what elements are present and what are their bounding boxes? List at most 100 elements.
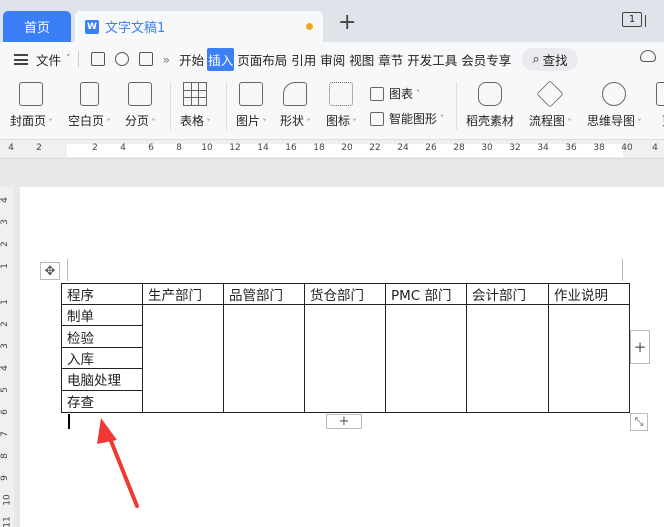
ruler-tick-label: 11 <box>2 516 13 527</box>
chart-icon <box>370 86 384 101</box>
text-cursor <box>68 414 70 429</box>
picture-button[interactable]: 图片 <box>236 82 267 129</box>
cover-page-button[interactable]: 封面页 <box>10 82 53 129</box>
add-row-button[interactable]: + <box>326 414 362 429</box>
step-cell[interactable]: 制单 <box>62 305 142 327</box>
ruler-tick-label: 5 <box>0 387 10 393</box>
steps-cell[interactable]: 制单 检验 入库 电脑处理 存查 <box>61 304 143 413</box>
ribbon-divider <box>170 82 171 130</box>
more-tools-icon[interactable]: » <box>162 50 172 69</box>
menu-divider <box>77 51 79 67</box>
table-cell[interactable]: 作业说明 <box>548 283 630 305</box>
step-cell[interactable]: 入库 <box>62 348 142 370</box>
ruler-tick-label: 30 <box>481 143 493 153</box>
ruler-tick-label: 26 <box>425 143 437 153</box>
picture-icon <box>239 82 264 106</box>
menu-chapter[interactable]: 章节 <box>377 48 404 71</box>
document-title: 文字文稿1 <box>105 21 166 36</box>
icon-button[interactable]: 图标 <box>326 82 357 129</box>
menu-page-layout[interactable]: 页面布局 <box>236 48 288 71</box>
print-icon[interactable] <box>138 52 153 66</box>
ruler-tick-label: 10 <box>2 494 13 506</box>
menu-start[interactable]: 开始 <box>178 48 205 71</box>
format-painter-icon[interactable] <box>114 52 129 66</box>
table-cell[interactable]: PMC 部门 <box>385 283 467 305</box>
menu-insert[interactable]: 插入 <box>207 47 235 71</box>
horizontal-ruler[interactable]: 4 2 2 4 6 8 10 12 14 16 18 20 22 24 26 28 30 32 34 36 38 40 4 <box>0 141 664 159</box>
vertical-ruler[interactable]: 4 3 2 1 1 2 3 4 5 6 7 8 9 10 11 <box>0 187 14 527</box>
table-button[interactable]: 表格 <box>180 82 211 129</box>
table-grid-icon <box>183 82 208 106</box>
more-ribbon-button[interactable]: 更 <box>656 82 664 129</box>
tab-document[interactable]: W 文字文稿1 <box>75 11 323 42</box>
table-cell[interactable] <box>385 304 467 413</box>
unsaved-dot-icon <box>306 23 313 30</box>
ruler-tick-label: 4 <box>0 197 10 203</box>
ruler-tick-label: 28 <box>453 143 465 153</box>
menu-bar: 文件 ˅ » 开始 插入 页面布局 引用 审阅 视图 章节 开发工具 会员专享 … <box>0 42 664 76</box>
menu-member[interactable]: 会员专享 <box>460 48 512 71</box>
more-icon <box>656 82 664 106</box>
ruler-tick-label: 7 <box>0 431 10 437</box>
add-column-button[interactable]: + <box>630 330 650 364</box>
flowchart-button[interactable]: 流程图 <box>529 80 572 129</box>
ruler-tick-label: 2 <box>0 321 10 327</box>
new-tab-button[interactable]: + <box>338 12 356 34</box>
smart-shape-button[interactable]: 智能图形 ˅ <box>370 110 444 127</box>
blank-page-icon <box>79 82 99 106</box>
tab-home[interactable]: 首页 <box>3 11 71 42</box>
save-icon[interactable] <box>90 52 105 66</box>
table-cell[interactable] <box>304 304 386 413</box>
ribbon-divider <box>226 82 227 130</box>
docer-material-button[interactable]: 稻壳素材 <box>466 82 514 129</box>
menu-hamburger-icon[interactable] <box>14 53 28 65</box>
table-cell[interactable] <box>548 304 630 413</box>
menu-reference[interactable]: 引用 <box>290 48 317 71</box>
menu-developer[interactable]: 开发工具 <box>406 48 458 71</box>
table-cell[interactable] <box>466 304 549 413</box>
step-cell[interactable]: 存查 <box>62 391 142 412</box>
table-move-handle[interactable]: ✥ <box>40 262 60 280</box>
menu-view[interactable]: 视图 <box>348 48 375 71</box>
table-row: 制单 检验 入库 电脑处理 存查 <box>61 304 630 413</box>
smart-shape-label: 智能图形 <box>389 112 438 126</box>
ruler-tick-label: 3 <box>0 219 10 225</box>
ruler-tick-label: 8 <box>0 453 10 459</box>
step-cell[interactable]: 电脑处理 <box>62 369 142 391</box>
chevron-down-icon: ˅ <box>440 114 445 123</box>
search-box[interactable]: ⌕ 查找 <box>522 47 578 71</box>
table-resize-handle[interactable]: ⤡ <box>630 413 648 431</box>
red-arrow-annotation <box>97 418 139 508</box>
document-table[interactable]: 程序 生产部门 品管部门 货仓部门 PMC 部门 会计部门 作业说明 制单 检验… <box>61 283 630 413</box>
step-cell[interactable]: 检验 <box>62 326 142 348</box>
ruler-tick-label: 4 <box>120 143 126 153</box>
ruler-tick-label: 9 <box>0 475 10 481</box>
smart-shape-icon <box>370 111 384 126</box>
table-header-row: 程序 生产部门 品管部门 货仓部门 PMC 部门 会计部门 作业说明 <box>61 283 630 305</box>
shape-button[interactable]: 形状 <box>280 82 311 129</box>
table-cell[interactable]: 会计部门 <box>466 283 549 305</box>
ruler-tick-label: 22 <box>369 143 381 153</box>
blank-page-button[interactable]: 空白页 <box>68 82 111 129</box>
table-cell[interactable]: 品管部门 <box>223 283 305 305</box>
page-break-button[interactable]: 分页 <box>125 82 156 129</box>
ruler-tick-label: 24 <box>397 143 409 153</box>
ruler-tick-label: 20 <box>341 143 353 153</box>
table-cell[interactable]: 生产部门 <box>142 283 224 305</box>
menu-review[interactable]: 审阅 <box>319 48 346 71</box>
ruler-tick-label: 1 <box>0 263 10 269</box>
table-cell[interactable] <box>142 304 224 413</box>
chart-button[interactable]: 图表 ˅ <box>370 85 420 102</box>
table-cell[interactable] <box>223 304 305 413</box>
mindmap-button[interactable]: 思维导图 <box>587 82 642 129</box>
cover-page-icon <box>19 82 44 106</box>
file-menu[interactable]: 文件 <box>35 48 62 71</box>
ruler-tick-label: 4 <box>652 143 658 153</box>
ruler-tick-label: 6 <box>0 409 10 415</box>
cloud-sync-icon[interactable] <box>640 50 656 62</box>
table-cell[interactable]: 货仓部门 <box>304 283 386 305</box>
table-cell[interactable]: 程序 <box>61 283 143 305</box>
page-break-label: 分页 <box>125 112 156 129</box>
chevron-down-icon: ˅ <box>66 54 71 64</box>
window-count-icon[interactable]: 1 <box>622 12 646 27</box>
